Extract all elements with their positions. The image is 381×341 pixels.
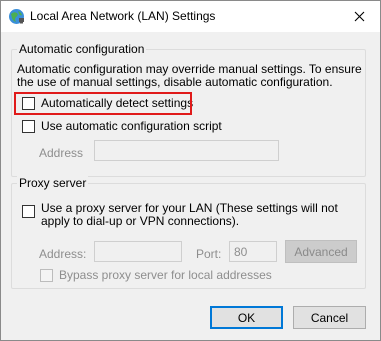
highlight-box: [14, 92, 192, 115]
use-proxy-option[interactable]: Use a proxy server for your LAN (These s…: [22, 202, 361, 228]
cancel-button[interactable]: Cancel: [293, 306, 366, 329]
proxy-port-input[interactable]: [229, 241, 277, 262]
advanced-button[interactable]: Advanced: [285, 240, 357, 263]
proxy-port-label: Port:: [196, 247, 222, 261]
network-globe-icon: [9, 9, 24, 24]
dialog-body: Automatic configuration Automatic config…: [1, 32, 380, 340]
window-title: Local Area Network (LAN) Settings: [30, 9, 216, 23]
close-button[interactable]: [346, 5, 372, 27]
bypass-local-checkbox[interactable]: [40, 268, 53, 282]
bypass-local-option[interactable]: Bypass proxy server for local addresses: [40, 268, 272, 282]
proxy-server-group: Proxy server Use a proxy server for your…: [11, 176, 366, 289]
close-icon: [354, 11, 364, 21]
lan-settings-dialog: Local Area Network (LAN) Settings Automa…: [0, 0, 381, 341]
proxy-address-label: Address:: [39, 247, 87, 261]
proxy-server-legend: Proxy server: [17, 176, 89, 190]
title-bar: Local Area Network (LAN) Settings: [1, 1, 380, 32]
use-config-script-option[interactable]: Use automatic configuration script: [22, 119, 222, 133]
script-address-label: Address: [39, 146, 84, 160]
config-script-label: Use automatic configuration script: [41, 119, 222, 133]
automatic-configuration-legend: Automatic configuration: [17, 42, 147, 56]
use-proxy-label: Use a proxy server for your LAN (These s…: [41, 201, 338, 228]
automatic-configuration-description: Automatic configuration may override man…: [17, 62, 362, 89]
script-address-input[interactable]: [94, 140, 279, 161]
use-proxy-checkbox[interactable]: [22, 205, 35, 218]
ok-button[interactable]: OK: [210, 306, 283, 329]
config-script-checkbox[interactable]: [22, 119, 35, 133]
proxy-address-input[interactable]: [94, 241, 182, 262]
bypass-local-label: Bypass proxy server for local addresses: [59, 268, 272, 282]
